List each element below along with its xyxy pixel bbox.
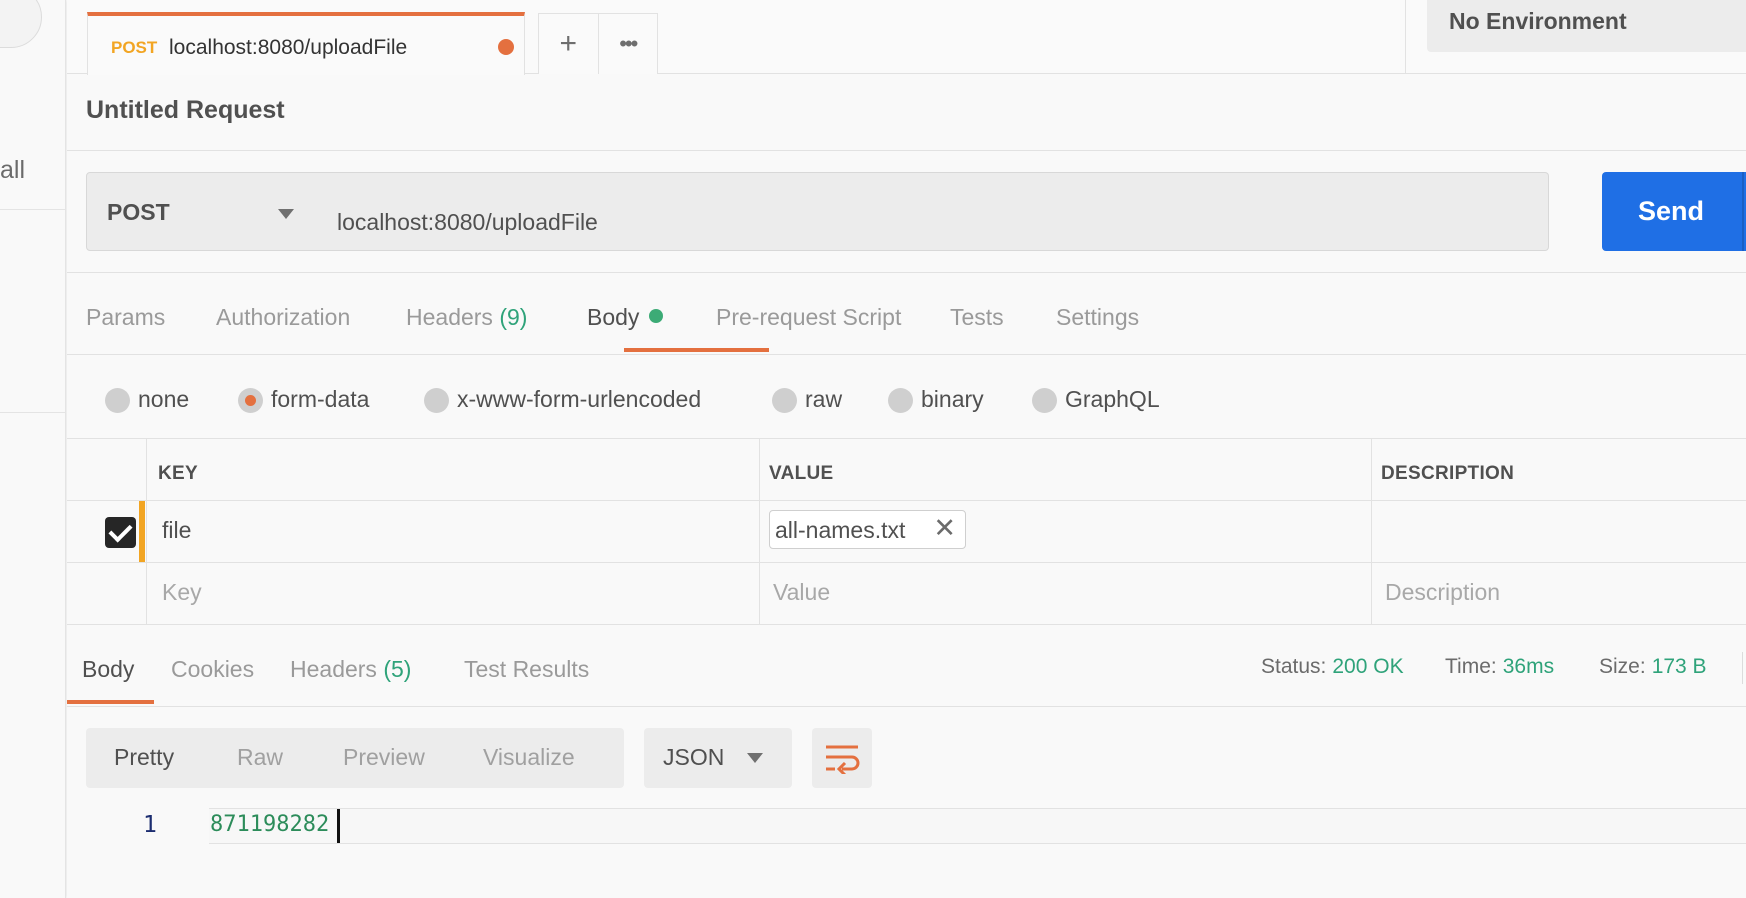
plus-icon[interactable]: + — [539, 14, 598, 74]
wrap-lines-button[interactable] — [812, 728, 872, 788]
send-split-divider — [1742, 172, 1744, 251]
column-divider — [146, 439, 147, 624]
response-time: Time: 36ms — [1445, 655, 1555, 678]
column-header-description: DESCRIPTION — [1381, 463, 1515, 484]
radio-icon — [772, 388, 797, 413]
request-name[interactable]: Untitled Request — [86, 96, 285, 125]
radio-graphql[interactable]: GraphQL — [1032, 386, 1160, 413]
radio-icon — [424, 388, 449, 413]
tab-tests[interactable]: Tests — [950, 304, 1004, 331]
response-size: Size: 173 B — [1599, 655, 1707, 678]
radio-x-www-form-urlencoded[interactable]: x-www-form-urlencoded — [424, 386, 701, 413]
tab-method: POST — [111, 38, 158, 57]
headers-count: (9) — [499, 304, 528, 330]
sidebar-divider — [0, 412, 66, 413]
tab-actions: + ••• — [538, 13, 658, 74]
environment-select[interactable]: No Environment — [1427, 0, 1746, 52]
tab-url: localhost:8080/uploadFile — [169, 36, 408, 59]
key-input[interactable]: Key — [162, 579, 202, 606]
send-button[interactable]: Send — [1602, 172, 1746, 251]
divider — [1742, 652, 1743, 684]
line-number: 1 — [143, 812, 157, 838]
radio-selected-icon — [238, 388, 263, 413]
unsaved-dot-icon — [498, 39, 514, 55]
language-label: JSON — [663, 744, 725, 770]
view-mode-raw[interactable]: Raw — [237, 744, 283, 771]
wrap-lines-icon — [826, 745, 860, 774]
tab-bar: POST localhost:8080/uploadFile + ••• No … — [67, 0, 1746, 75]
time-value: 36ms — [1502, 655, 1555, 678]
sidebar-partial-label[interactable]: all — [0, 156, 25, 185]
file-name: all-names.txt — [775, 517, 906, 543]
divider — [67, 706, 1746, 707]
view-mode-preview[interactable]: Preview — [343, 744, 425, 771]
ellipsis-icon[interactable]: ••• — [597, 14, 658, 74]
response-tab-headers[interactable]: Headers (5) — [290, 656, 411, 683]
radio-form-data[interactable]: form-data — [238, 386, 369, 413]
divider — [67, 354, 1746, 355]
postman-window: all POST localhost:8080/uploadFile + •••… — [0, 0, 1746, 898]
column-divider — [1371, 439, 1372, 624]
view-mode-bar: Pretty Raw Preview Visualize — [86, 728, 624, 788]
tab-authorization[interactable]: Authorization — [216, 304, 350, 331]
radio-raw[interactable]: raw — [772, 386, 842, 413]
radio-icon — [1032, 388, 1057, 413]
sidebar: all — [0, 0, 66, 898]
close-icon[interactable]: ✕ — [933, 513, 956, 544]
sidebar-divider — [0, 209, 66, 210]
divider — [67, 272, 1746, 273]
column-header-key: KEY — [158, 463, 198, 484]
row-divider — [67, 562, 1746, 563]
tab-pre-request-script[interactable]: Pre-request Script — [716, 304, 901, 331]
status-value: 200 OK — [1332, 655, 1404, 678]
text-cursor — [337, 809, 340, 843]
size-value: 173 B — [1651, 655, 1707, 678]
view-mode-visualize[interactable]: Visualize — [483, 744, 575, 771]
tab-settings[interactable]: Settings — [1056, 304, 1139, 331]
sidebar-search-pill[interactable] — [0, 0, 42, 48]
row-divider — [67, 500, 1746, 501]
row-active-indicator — [139, 501, 145, 562]
column-header-value: VALUE — [769, 463, 834, 484]
tab-headers[interactable]: Headers (9) — [406, 304, 527, 331]
radio-icon — [888, 388, 913, 413]
request-tab[interactable]: POST localhost:8080/uploadFile — [87, 12, 525, 75]
chevron-down-icon — [278, 209, 294, 219]
column-divider — [759, 439, 760, 624]
response-status: Status: 200 OK — [1261, 655, 1404, 678]
url-input[interactable] — [317, 172, 1549, 251]
radio-icon — [105, 388, 130, 413]
form-data-table: KEY VALUE DESCRIPTION file all-names.txt… — [67, 438, 1746, 625]
response-headers-count: (5) — [383, 656, 412, 682]
response-tab-body[interactable]: Body — [82, 656, 134, 683]
active-response-tab-underline — [67, 700, 154, 704]
radio-none[interactable]: none — [105, 386, 189, 413]
send-label: Send — [1638, 196, 1705, 226]
response-tab-cookies[interactable]: Cookies — [171, 656, 254, 683]
value-input[interactable]: Value — [773, 579, 830, 606]
language-select[interactable]: JSON — [644, 728, 792, 788]
chevron-down-icon — [747, 753, 763, 763]
method-select[interactable]: POST — [86, 172, 318, 251]
body-indicator-icon — [649, 309, 664, 323]
environment-label: No Environment — [1449, 8, 1627, 34]
divider — [67, 150, 1746, 151]
request-builder: POST localhost:8080/uploadFile + ••• No … — [67, 0, 1746, 898]
row-enabled-checkbox[interactable] — [105, 517, 136, 548]
tab-body[interactable]: Body — [587, 304, 664, 331]
active-tab-underline — [624, 348, 769, 352]
description-input[interactable]: Description — [1385, 579, 1500, 606]
tab-params[interactable]: Params — [86, 304, 165, 331]
key-cell[interactable]: file — [162, 517, 191, 544]
radio-binary[interactable]: binary — [888, 386, 984, 413]
file-chip[interactable]: all-names.txt ✕ — [769, 510, 966, 549]
method-label: POST — [107, 199, 170, 225]
divider — [1405, 0, 1406, 74]
response-body-value[interactable]: 871198282 — [210, 812, 329, 837]
response-tab-test-results[interactable]: Test Results — [464, 656, 589, 683]
view-mode-pretty[interactable]: Pretty — [114, 744, 174, 771]
code-line[interactable] — [209, 808, 1746, 844]
